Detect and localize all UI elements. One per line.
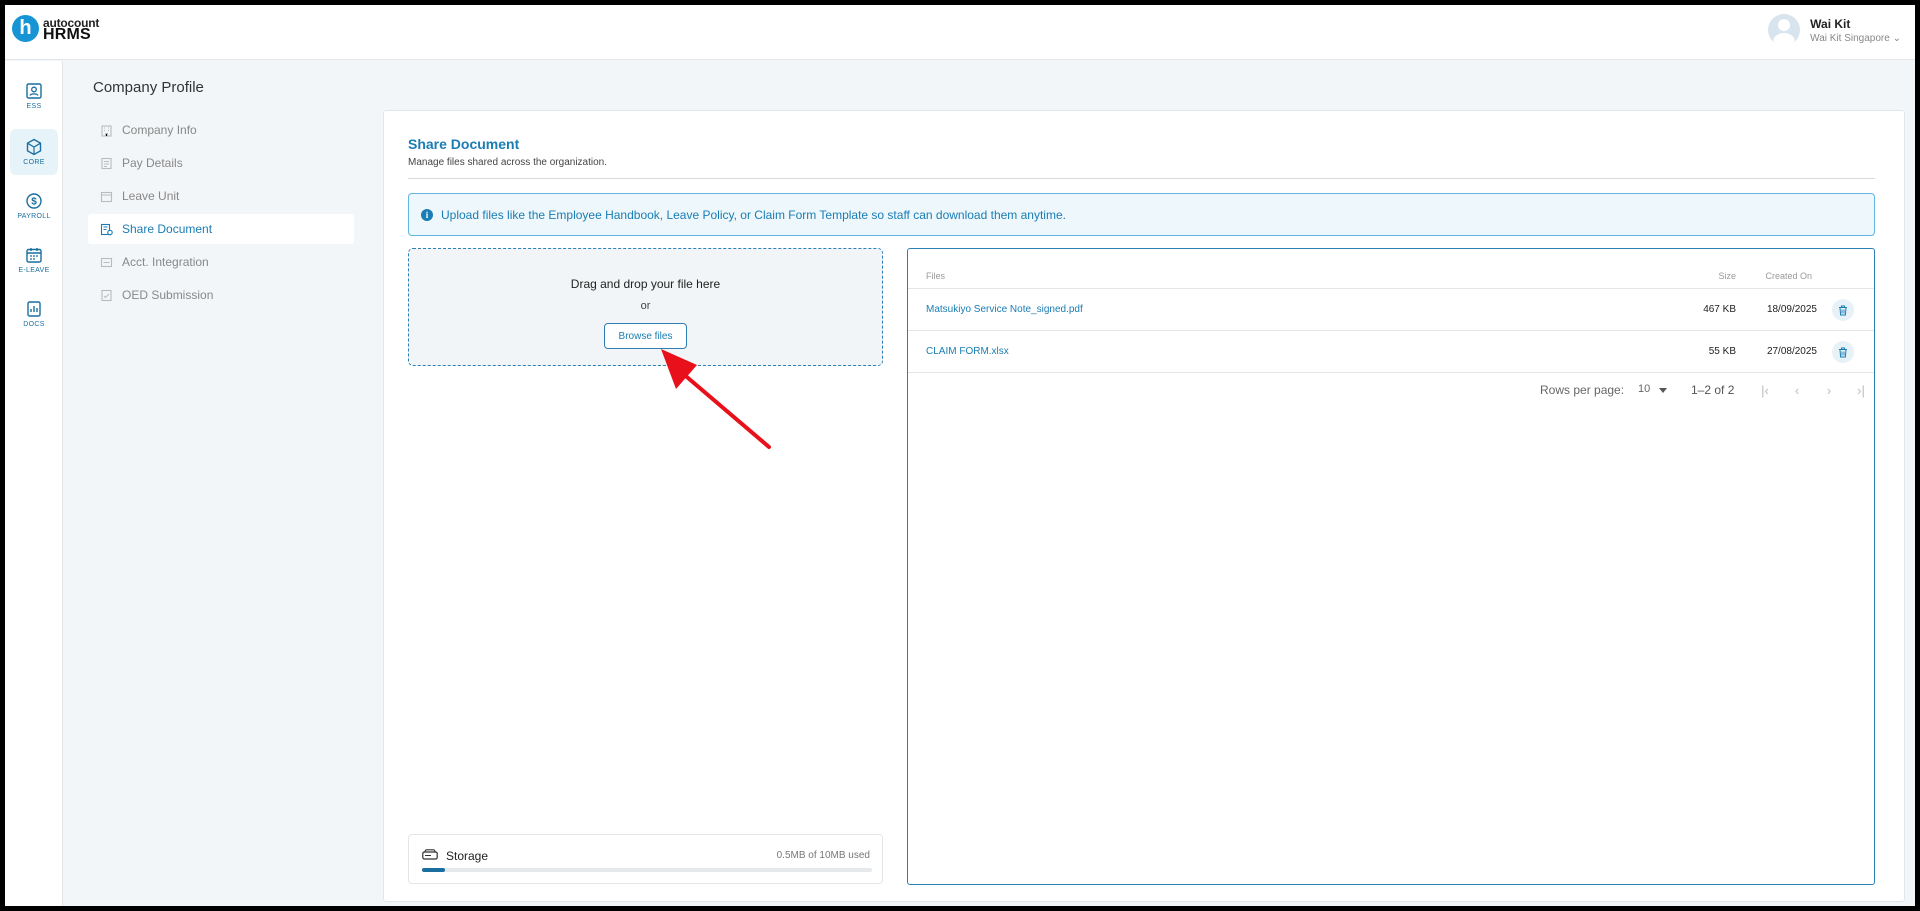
docs-icon	[27, 301, 41, 317]
share-document-icon	[100, 223, 113, 235]
file-name-link[interactable]: CLAIM FORM.xlsx	[926, 346, 1009, 357]
logo-mark: h	[12, 15, 39, 42]
core-icon	[26, 138, 42, 156]
delete-file-button[interactable]	[1832, 341, 1854, 363]
rail-item-docs[interactable]: DOCS	[10, 291, 58, 337]
calendar-icon	[26, 248, 42, 263]
subnav-item-oed-submission[interactable]: OED Submission	[88, 280, 354, 310]
info-icon: i	[421, 208, 433, 221]
subnav-item-leave-unit[interactable]: Leave Unit	[88, 181, 354, 211]
browse-files-button[interactable]: Browse files	[604, 323, 687, 349]
subnav-label: Company Info	[122, 123, 197, 137]
rail-label: E-LEAVE	[18, 267, 50, 274]
table-row: CLAIM FORM.xlsx 55 KB 27/08/2025	[908, 331, 1874, 373]
subnav-label: Leave Unit	[122, 189, 180, 203]
subnav-label: OED Submission	[122, 288, 214, 302]
subnav-label: Pay Details	[122, 156, 183, 170]
rows-per-page-select[interactable]: 10	[1638, 383, 1650, 395]
subnav-item-company-info[interactable]: Company Info	[88, 115, 354, 145]
page-title: Company Profile	[93, 79, 204, 96]
file-size: 467 KB	[1703, 304, 1736, 315]
info-banner: i Upload files like the Employee Handboo…	[408, 193, 1875, 236]
module-rail: ESS CORE $ PAYROLL E-LEAVE DOCS	[5, 61, 63, 906]
avatar	[1768, 14, 1801, 46]
subnav-item-acct-integration[interactable]: Acct. Integration	[88, 247, 354, 277]
column-header-files[interactable]: Files	[926, 271, 945, 281]
ess-icon	[26, 83, 42, 99]
storage-panel: Storage 0.5MB of 10MB used	[408, 834, 883, 884]
subnav-label: Acct. Integration	[122, 255, 209, 269]
table-row: Matsukiyo Service Note_signed.pdf 467 KB…	[908, 289, 1874, 331]
file-created-date: 27/08/2025	[1766, 346, 1817, 357]
table-header: Files Size Created On	[908, 249, 1874, 289]
top-bar: h autocount HRMS Wai Kit Wai Kit Singapo…	[5, 5, 1915, 60]
storage-progress-fill	[422, 868, 445, 872]
divider	[408, 178, 1875, 179]
delete-file-button[interactable]	[1832, 299, 1854, 321]
receipt-icon	[101, 157, 112, 169]
subnav-label: Share Document	[122, 222, 213, 236]
table-pagination: Rows per page: 10 1–2 of 2 |‹ ‹ › ›|	[908, 383, 1874, 403]
storage-usage-text: 0.5MB of 10MB used	[776, 850, 870, 861]
user-name: Wai Kit	[1810, 16, 1851, 31]
share-document-card: Share Document Manage files shared acros…	[383, 110, 1905, 902]
hard-drive-icon	[422, 849, 438, 860]
payroll-icon: $	[26, 193, 42, 209]
trash-icon	[1839, 305, 1847, 315]
user-org: Wai Kit Singapore	[1810, 32, 1890, 44]
trash-icon	[1839, 347, 1847, 357]
integration-icon	[100, 257, 113, 267]
pagination-range: 1–2 of 2	[1691, 383, 1735, 397]
files-table: Files Size Created On Matsukiyo Service …	[907, 248, 1875, 885]
rail-label: CORE	[23, 159, 45, 166]
storage-progress-track	[422, 868, 872, 872]
user-menu[interactable]: Wai Kit Wai Kit Singapore ⌄	[1768, 14, 1901, 46]
next-page-icon[interactable]: ›	[1820, 383, 1838, 398]
rail-item-payroll[interactable]: $ PAYROLL	[10, 183, 58, 229]
calendar-icon	[100, 191, 113, 202]
info-text: Upload files like the Employee Handbook,…	[441, 207, 1066, 222]
section-subtitle: Manage files shared across the organizat…	[408, 157, 608, 168]
last-page-icon[interactable]: ›|	[1852, 383, 1870, 398]
file-created-date: 18/09/2025	[1766, 304, 1817, 315]
file-size: 55 KB	[1708, 346, 1736, 357]
logo-text-bottom: HRMS	[43, 25, 91, 43]
rail-label: ESS	[26, 103, 42, 110]
storage-label: Storage	[446, 849, 489, 863]
chevron-down-icon: ⌄	[1892, 32, 1901, 44]
submission-icon	[101, 289, 112, 301]
subnav-item-share-document[interactable]: Share Document	[88, 214, 354, 244]
building-icon	[101, 124, 112, 137]
rows-per-page-label: Rows per page:	[1540, 383, 1625, 397]
rail-label: PAYROLL	[17, 213, 51, 220]
prev-page-icon[interactable]: ‹	[1788, 383, 1806, 398]
section-title: Share Document	[408, 136, 520, 152]
rail-item-core[interactable]: CORE	[10, 129, 58, 175]
subnav-item-pay-details[interactable]: Pay Details	[88, 148, 354, 178]
column-header-created-on[interactable]: Created On	[1765, 271, 1812, 281]
app-logo[interactable]: h autocount HRMS	[12, 15, 99, 42]
profile-subnav: Company Info Pay Details Leave Unit Shar…	[88, 115, 354, 313]
drop-instruction: Drag and drop your file here	[570, 277, 721, 291]
chevron-down-icon[interactable]	[1659, 388, 1667, 393]
column-header-size[interactable]: Size	[1718, 271, 1736, 281]
rail-label: DOCS	[23, 321, 45, 328]
file-drop-zone[interactable]: Drag and drop your file here or Browse f…	[408, 248, 883, 366]
app-window: h autocount HRMS Wai Kit Wai Kit Singapo…	[5, 5, 1915, 906]
rail-item-eleave[interactable]: E-LEAVE	[10, 237, 58, 283]
rail-item-ess[interactable]: ESS	[10, 73, 58, 119]
first-page-icon[interactable]: |‹	[1756, 383, 1774, 398]
svg-text:$: $	[31, 197, 37, 208]
drop-or: or	[640, 300, 651, 312]
file-name-link[interactable]: Matsukiyo Service Note_signed.pdf	[926, 304, 1083, 315]
